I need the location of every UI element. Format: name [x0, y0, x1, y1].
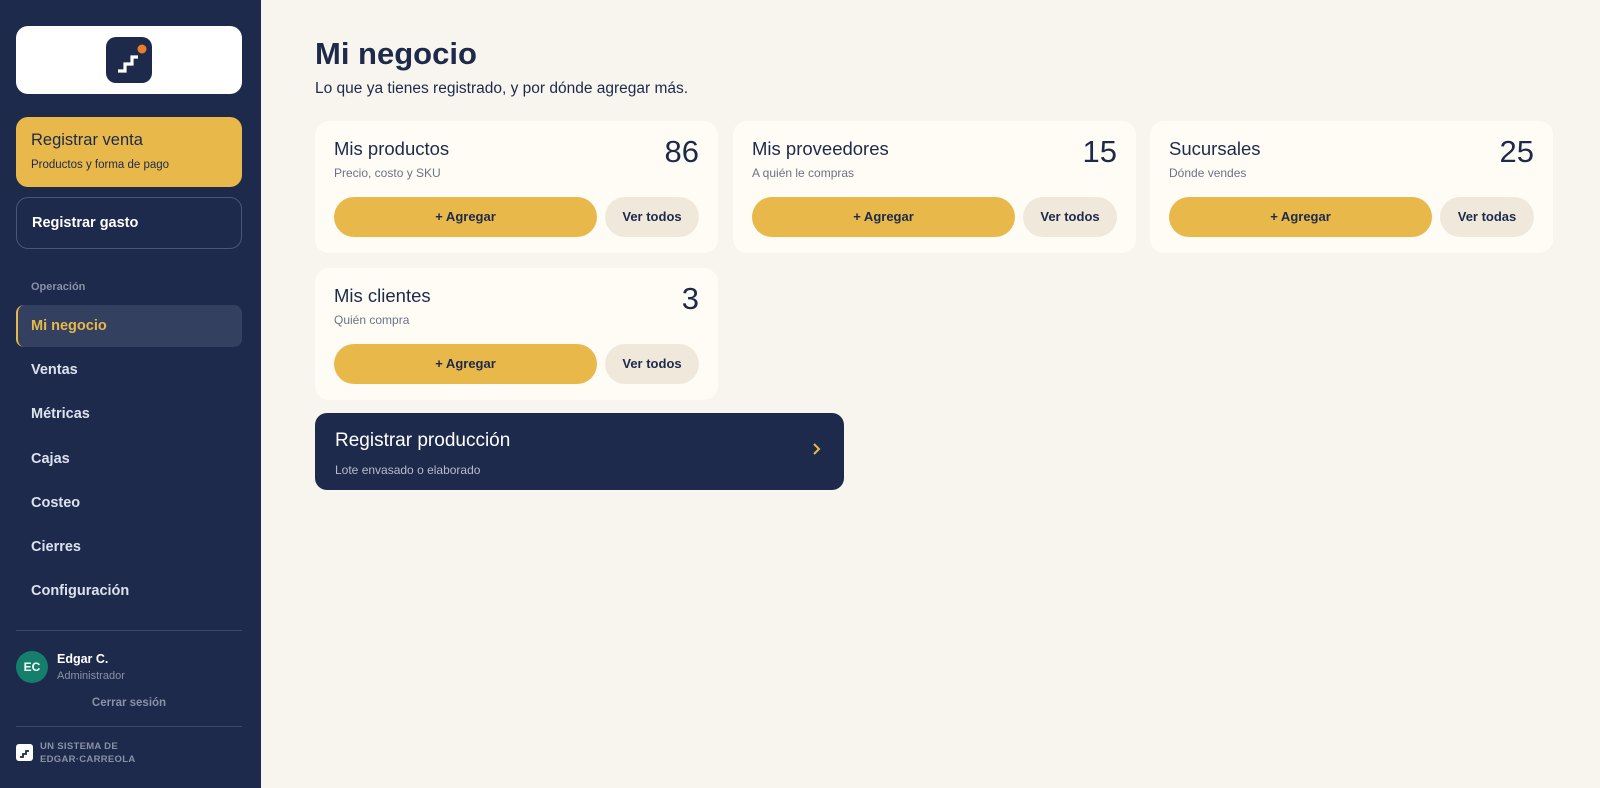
card-title: Mis productos	[334, 138, 450, 159]
add-product-button[interactable]: + Agregar	[334, 197, 597, 237]
sidebar-item-label: Costeo	[31, 495, 81, 511]
user-name: Edgar C.	[57, 652, 109, 666]
view-branches-button[interactable]: Ver todas	[1440, 197, 1534, 237]
register-sale-title: Registrar venta	[31, 131, 143, 149]
card-count: 25	[1499, 134, 1534, 169]
register-sale-subtitle: Productos y forma de pago	[31, 159, 170, 171]
logo-box[interactable]	[16, 26, 242, 94]
card-productos: Mis productos Precio, costo y SKU 86 + A…	[315, 121, 718, 253]
card-proveedores: Mis proveedores A quién le compras 15 + …	[733, 121, 1136, 253]
card-title: Mis proveedores	[752, 138, 889, 159]
sidebar-item-label: Mi negocio	[31, 318, 107, 334]
user-role: Administrador	[57, 670, 125, 682]
sidebar-item-costeo[interactable]: Costeo	[16, 482, 242, 524]
add-supplier-button[interactable]: + Agregar	[752, 197, 1015, 237]
sidebar-item-label: Cierres	[31, 539, 81, 555]
view-suppliers-button[interactable]: Ver todos	[1023, 197, 1117, 237]
brand-stairs-icon	[16, 744, 33, 761]
brand-line-1: UN SISTEMA DE	[40, 741, 118, 752]
card-subtitle: Quién compra	[334, 313, 410, 327]
sidebar-item-cierres[interactable]: Cierres	[16, 526, 242, 568]
sidebar-item-label: Ventas	[31, 362, 78, 378]
card-count: 15	[1082, 134, 1117, 169]
sidebar-item-mi-negocio[interactable]: Mi negocio	[16, 305, 242, 347]
sidebar-item-ventas[interactable]: Ventas	[16, 349, 242, 391]
register-production-button[interactable]: Registrar producción Lote envasado o ela…	[315, 413, 844, 490]
card-sucursales: Sucursales Dónde vendes 25 + Agregar Ver…	[1150, 121, 1553, 253]
page-title: Mi negocio	[315, 36, 477, 71]
card-title: Sucursales	[1169, 138, 1261, 159]
sidebar-item-cajas[interactable]: Cajas	[16, 438, 242, 480]
sidebar-divider	[16, 630, 242, 631]
section-label-operacion: Operación	[31, 281, 86, 293]
chevron-right-icon	[812, 440, 822, 461]
sidebar-item-label: Configuración	[31, 583, 130, 599]
register-expense-button[interactable]: Registrar gasto	[16, 197, 242, 249]
sidebar-item-configuracion[interactable]: Configuración	[16, 570, 242, 612]
card-subtitle: Precio, costo y SKU	[334, 166, 441, 180]
brand-credit: UN SISTEMA DE EDGAR·CARREOLA	[40, 740, 136, 766]
card-clientes: Mis clientes Quién compra 3 + Agregar Ve…	[315, 268, 718, 400]
sidebar-divider	[16, 726, 242, 727]
sidebar-item-metricas[interactable]: Métricas	[16, 393, 242, 435]
register-expense-label: Registrar gasto	[32, 215, 139, 231]
card-count: 3	[681, 281, 699, 316]
card-subtitle: Dónde vendes	[1169, 166, 1247, 180]
card-count: 86	[664, 134, 699, 169]
brand-line-2: EDGAR·CARREOLA	[40, 754, 136, 765]
sidebar-item-label: Métricas	[31, 406, 90, 422]
logout-link[interactable]: Cerrar sesión	[16, 697, 242, 709]
production-subtitle: Lote envasado o elaborado	[335, 463, 481, 477]
stairs-logo-icon	[106, 37, 152, 83]
production-title: Registrar producción	[335, 430, 511, 451]
sidebar-item-label: Cajas	[31, 451, 70, 467]
page-subtitle: Lo que ya tienes registrado, y por dónde…	[315, 80, 689, 97]
register-sale-button[interactable]: Registrar venta Productos y forma de pag…	[16, 117, 242, 187]
view-products-button[interactable]: Ver todos	[605, 197, 699, 237]
view-clients-button[interactable]: Ver todos	[605, 344, 699, 384]
add-client-button[interactable]: + Agregar	[334, 344, 597, 384]
avatar: EC	[16, 651, 48, 683]
sidebar: Registrar venta Productos y forma de pag…	[0, 0, 261, 788]
card-title: Mis clientes	[334, 285, 431, 306]
card-subtitle: A quién le compras	[752, 166, 855, 180]
add-branch-button[interactable]: + Agregar	[1169, 197, 1432, 237]
